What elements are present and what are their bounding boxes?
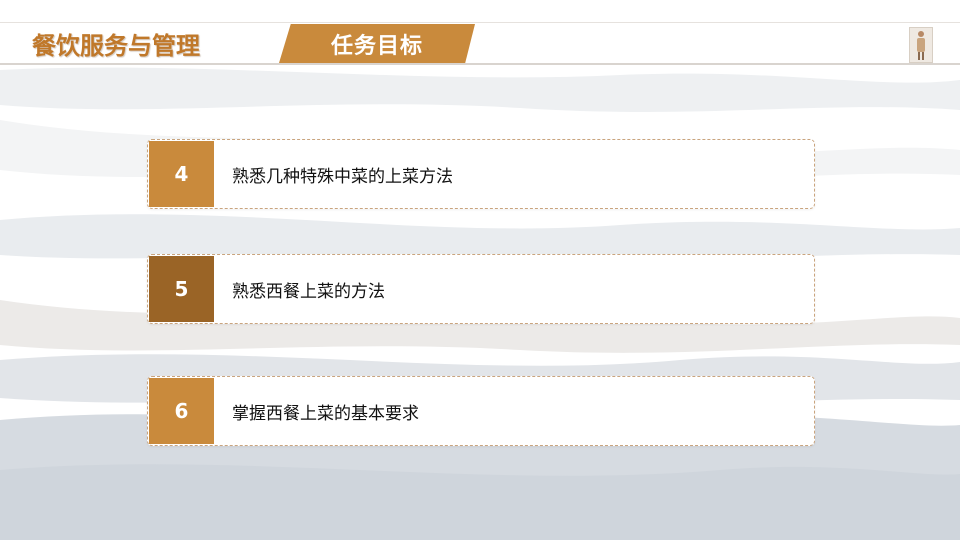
- header-divider: [0, 63, 960, 65]
- objective-item-5: 5 熟悉西餐上菜的方法: [147, 254, 815, 324]
- objective-number: 4: [149, 141, 214, 207]
- objective-item-6: 6 掌握西餐上菜的基本要求: [147, 376, 815, 446]
- logo-icon: [909, 27, 933, 63]
- objective-text: 熟悉几种特殊中菜的上菜方法: [232, 166, 453, 187]
- section-title: 任务目标: [330, 33, 423, 59]
- objective-text: 掌握西餐上菜的基本要求: [232, 403, 419, 424]
- objective-number: 5: [149, 256, 214, 322]
- objective-number: 6: [149, 378, 214, 444]
- objective-text: 熟悉西餐上菜的方法: [232, 281, 385, 302]
- objective-item-4: 4 熟悉几种特殊中菜的上菜方法: [147, 139, 815, 209]
- section-tab: 任务目标: [279, 24, 475, 63]
- header-top-divider: [0, 22, 960, 23]
- course-title: 餐饮服务与管理: [32, 32, 200, 60]
